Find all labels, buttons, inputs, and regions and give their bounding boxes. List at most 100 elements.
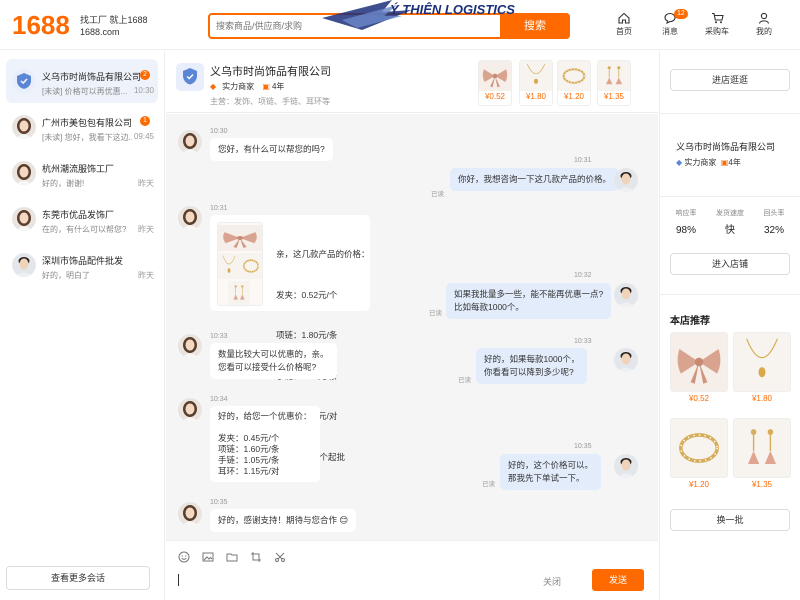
visit-shop-button[interactable]: 进店逛逛	[670, 69, 790, 91]
refresh-recommend-button[interactable]: 换一批	[670, 509, 790, 531]
nav-cart[interactable]: 采购车	[697, 12, 737, 37]
nav-profile[interactable]: 我的	[744, 12, 784, 37]
screenshot-icon[interactable]	[250, 551, 262, 563]
enter-shop-button[interactable]: 进入店铺	[670, 253, 790, 275]
read-status: 已读	[482, 481, 495, 488]
recommend-product[interactable]: ¥1.20	[670, 418, 728, 494]
logo-domain: 1688.com	[80, 27, 120, 37]
buyer-avatar	[614, 454, 638, 478]
avatar	[12, 207, 36, 231]
conversation-item[interactable]: 深圳市饰品配件批发 好的，明白了 昨天	[6, 243, 158, 287]
stat-shipping: 发货速度 快	[708, 209, 752, 239]
recommend-product[interactable]: ¥0.52	[670, 332, 728, 408]
divider	[660, 113, 800, 114]
recommend-product[interactable]: ¥1.35	[733, 418, 791, 494]
shop-tags: ◆ 实力商家 ▣ 4年	[210, 81, 290, 92]
message-bubble: 好的，这个价格可以。 那我先下单试一下。	[500, 454, 602, 490]
nav-home[interactable]: 首页	[604, 12, 644, 37]
product-price: ¥1.80	[525, 92, 547, 101]
user-icon	[758, 12, 770, 24]
message-composer: 关闭 发送	[166, 540, 658, 600]
seller-avatar	[178, 130, 202, 154]
product-price: ¥1.20	[688, 480, 710, 489]
conversation-name: 东莞市优品发饰厂	[42, 210, 115, 220]
product-price: ¥1.35	[603, 92, 625, 101]
product-card[interactable]: ¥1.20	[557, 60, 591, 106]
shop-main-products: 主营：发饰、项链、手链、耳环等	[210, 97, 330, 106]
nav-messages[interactable]: 消息 12	[650, 9, 690, 37]
buyer-avatar	[614, 168, 638, 192]
stat-value: 32%	[763, 225, 784, 236]
product-thumbs	[217, 222, 263, 306]
read-status: 已读	[458, 377, 471, 384]
product-card[interactable]: ¥1.35	[597, 60, 631, 106]
seller-avatar	[178, 502, 202, 526]
stat-label: 发货速度	[716, 210, 744, 217]
avatar	[12, 115, 36, 139]
top-bar: 1688 找工厂 就上1688 1688.com 搜索 Ý THIÊN LOGI…	[0, 0, 800, 50]
conversation-time: 09:45	[133, 132, 154, 141]
shop-name[interactable]: 义乌市时尚饰品有限公司	[210, 63, 331, 79]
conversation-time: 昨天	[138, 271, 154, 280]
message-bubble: 好的，给您一个优惠价： 发夹：0.45元/个 项链：1.60元/条 手链：1.0…	[210, 406, 320, 482]
conversation-list: 义乌市时尚饰品有限公司 2 [未读] 价格可以再优惠... 10:30 广州市美…	[0, 51, 165, 600]
conversation-time: 10:30	[133, 86, 154, 95]
logo-subtitle: 找工厂 就上1688 1688.com	[80, 14, 148, 38]
message-time: 10:30	[210, 128, 228, 135]
recommend-product[interactable]: ¥1.80	[733, 332, 791, 408]
folder-icon[interactable]	[226, 551, 238, 563]
more-conversations-button[interactable]: 查看更多会话	[6, 566, 150, 590]
price-line: 项链：1.80元/条	[276, 330, 338, 340]
message-input[interactable]	[178, 574, 179, 586]
conversation-preview: 好的，明白了	[42, 271, 90, 280]
chat-messages: 10:30 您好，有什么可以帮您的吗? 10:31 你好，我想咨询一下这几款产品…	[166, 114, 658, 540]
stat-value: 98%	[675, 225, 696, 236]
shop-avatar	[12, 69, 36, 93]
watermark-text: Ý THIÊN LOGISTICS	[390, 2, 515, 17]
product-card[interactable]: ¥0.52	[478, 60, 512, 106]
price-line: 亲，这几款产品的价格：	[276, 249, 370, 259]
product-card[interactable]: ¥1.80	[519, 60, 553, 106]
product-image	[733, 418, 791, 478]
send-button[interactable]: 发送	[592, 569, 644, 591]
conversation-item[interactable]: 杭州潮流服饰工厂 好的，谢谢! 昨天	[6, 151, 158, 195]
logo[interactable]: 1688	[12, 10, 70, 41]
bow-image	[218, 225, 262, 251]
seller-avatar	[178, 398, 202, 422]
conversation-item[interactable]: 广州市美包包有限公司 1 [未读] 您好，我看下这边... 09:45	[6, 105, 158, 149]
conversation-name: 广州市美包包有限公司	[42, 118, 133, 128]
message-bubble: 好的，如果每款1000个， 你看看可以降到多少呢?	[476, 348, 588, 384]
conversation-name: 深圳市饰品配件批发	[42, 256, 124, 266]
buyer-avatar	[614, 348, 638, 372]
bracelet-image	[240, 253, 262, 279]
product-price: ¥1.35	[751, 480, 773, 489]
conversation-preview: [未读] 价格可以再优惠...	[42, 87, 128, 96]
image-icon[interactable]	[202, 551, 214, 563]
sidebar-shop-name: 义乌市时尚饰品有限公司	[676, 142, 776, 152]
conversation-preview: [未读] 您好，我看下这边...	[42, 133, 132, 142]
message-time: 10:31	[210, 205, 228, 212]
nav-messages-label: 消息	[662, 27, 678, 36]
message-time: 10:34	[210, 396, 228, 403]
nav-home-label: 首页	[616, 27, 632, 36]
divider	[660, 196, 800, 197]
conversation-time: 昨天	[138, 225, 154, 234]
message-count-badge: 12	[674, 9, 688, 19]
shop-tag: 实力商家	[222, 82, 255, 91]
product-image	[558, 61, 590, 91]
close-button[interactable]: 关闭	[543, 575, 561, 588]
earring-image	[228, 281, 250, 305]
years-icon: ▣	[262, 82, 270, 91]
stat-response: 响应率 98%	[664, 209, 708, 239]
price-line: 发夹：0.52元/个	[276, 289, 338, 300]
necklace-image	[218, 253, 240, 279]
product-price: ¥1.80	[751, 394, 773, 403]
scissors-icon[interactable]	[274, 551, 286, 563]
product-price: ¥1.20	[563, 92, 585, 101]
message-time: 10:33	[574, 338, 592, 345]
emoji-icon[interactable]	[178, 551, 190, 563]
shield-icon	[17, 73, 31, 89]
conversation-item[interactable]: 东莞市优品发饰厂 在的，有什么可以帮您? 昨天	[6, 197, 158, 241]
conversation-item[interactable]: 义乌市时尚饰品有限公司 2 [未读] 价格可以再优惠... 10:30	[6, 59, 158, 103]
conversation-preview: 在的，有什么可以帮您?	[42, 225, 127, 234]
